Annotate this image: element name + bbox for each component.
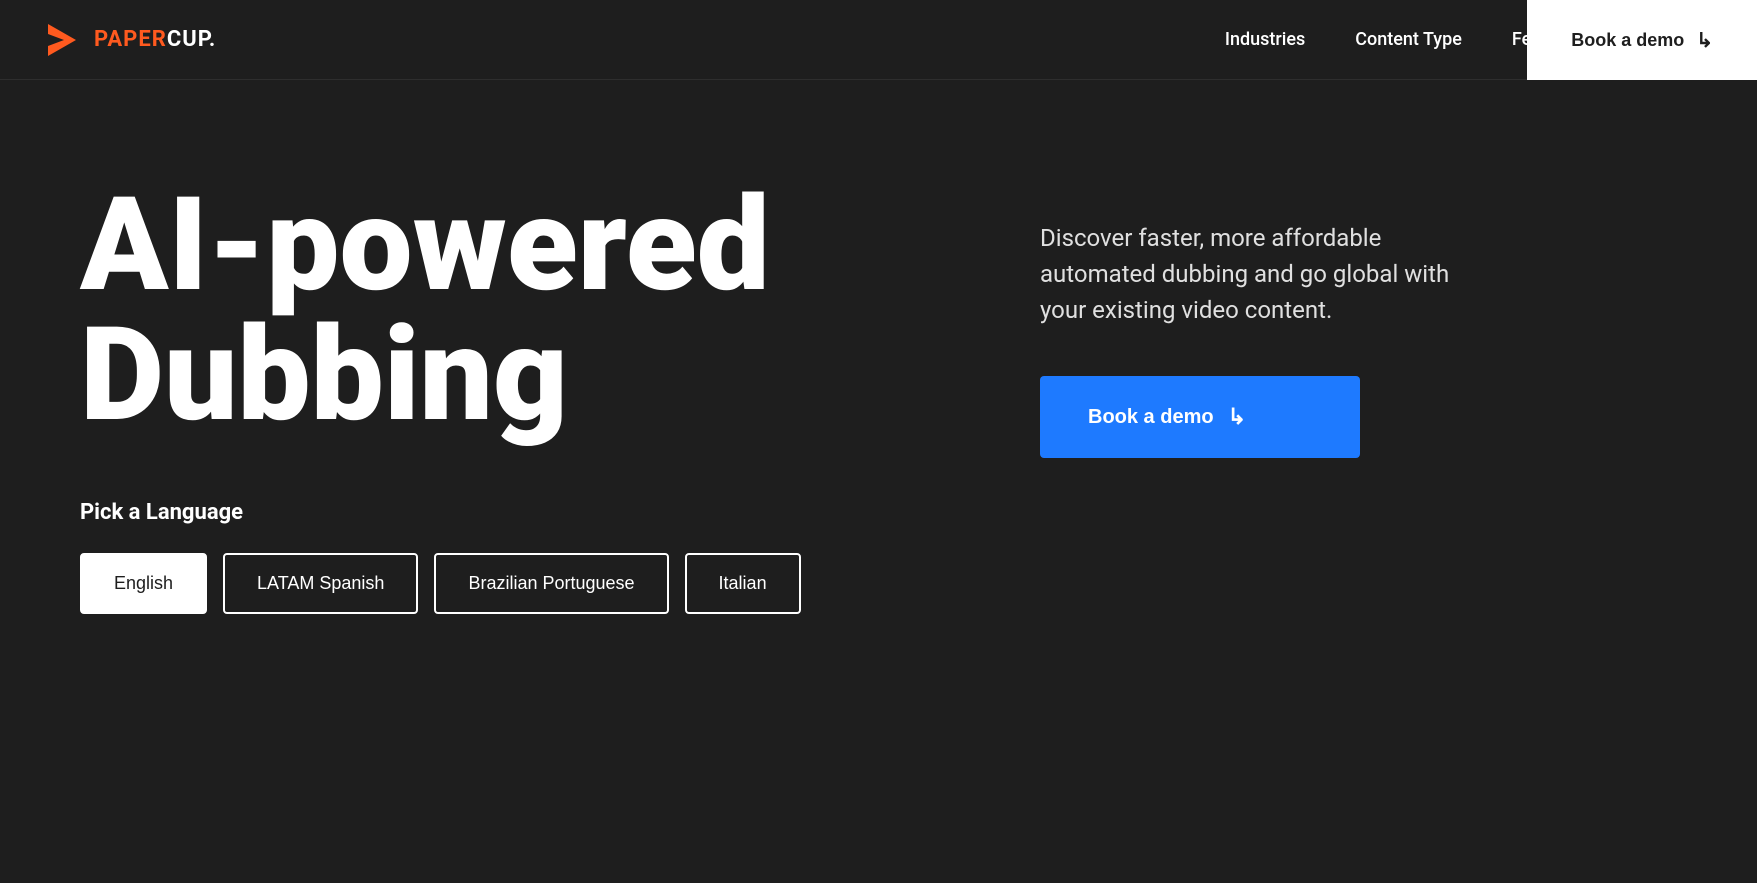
- navbar-book-demo-button[interactable]: Book a demo ↳: [1527, 0, 1757, 80]
- hero-book-demo-button[interactable]: Book a demo ↳: [1040, 376, 1360, 458]
- hero-section: AI-powered Dubbing Pick a Language Engli…: [0, 80, 1757, 883]
- hero-right: Discover faster, more affordable automat…: [980, 180, 1480, 823]
- navbar-arrow-icon: ↳: [1696, 28, 1713, 53]
- language-buttons: English LATAM Spanish Brazilian Portugue…: [80, 553, 980, 614]
- logo[interactable]: PAPERCUP.: [40, 18, 216, 62]
- logo-text: PAPERCUP.: [94, 27, 216, 52]
- nav-item-industries[interactable]: Industries: [1225, 29, 1305, 50]
- hero-description: Discover faster, more affordable automat…: [1040, 220, 1480, 328]
- papercup-logo-icon: [40, 18, 84, 62]
- nav-item-content-type[interactable]: Content Type: [1355, 29, 1462, 50]
- language-button-brazilian-portuguese[interactable]: Brazilian Portuguese: [434, 553, 668, 614]
- language-button-italian[interactable]: Italian: [685, 553, 801, 614]
- hero-title: AI-powered Dubbing: [80, 180, 980, 440]
- language-button-english[interactable]: English: [80, 553, 207, 614]
- pick-language-label: Pick a Language: [80, 500, 980, 525]
- hero-arrow-icon: ↳: [1228, 404, 1246, 430]
- navbar: PAPERCUP. Industries Content Type Featur…: [0, 0, 1757, 80]
- hero-left: AI-powered Dubbing Pick a Language Engli…: [80, 180, 980, 823]
- language-button-latam-spanish[interactable]: LATAM Spanish: [223, 553, 418, 614]
